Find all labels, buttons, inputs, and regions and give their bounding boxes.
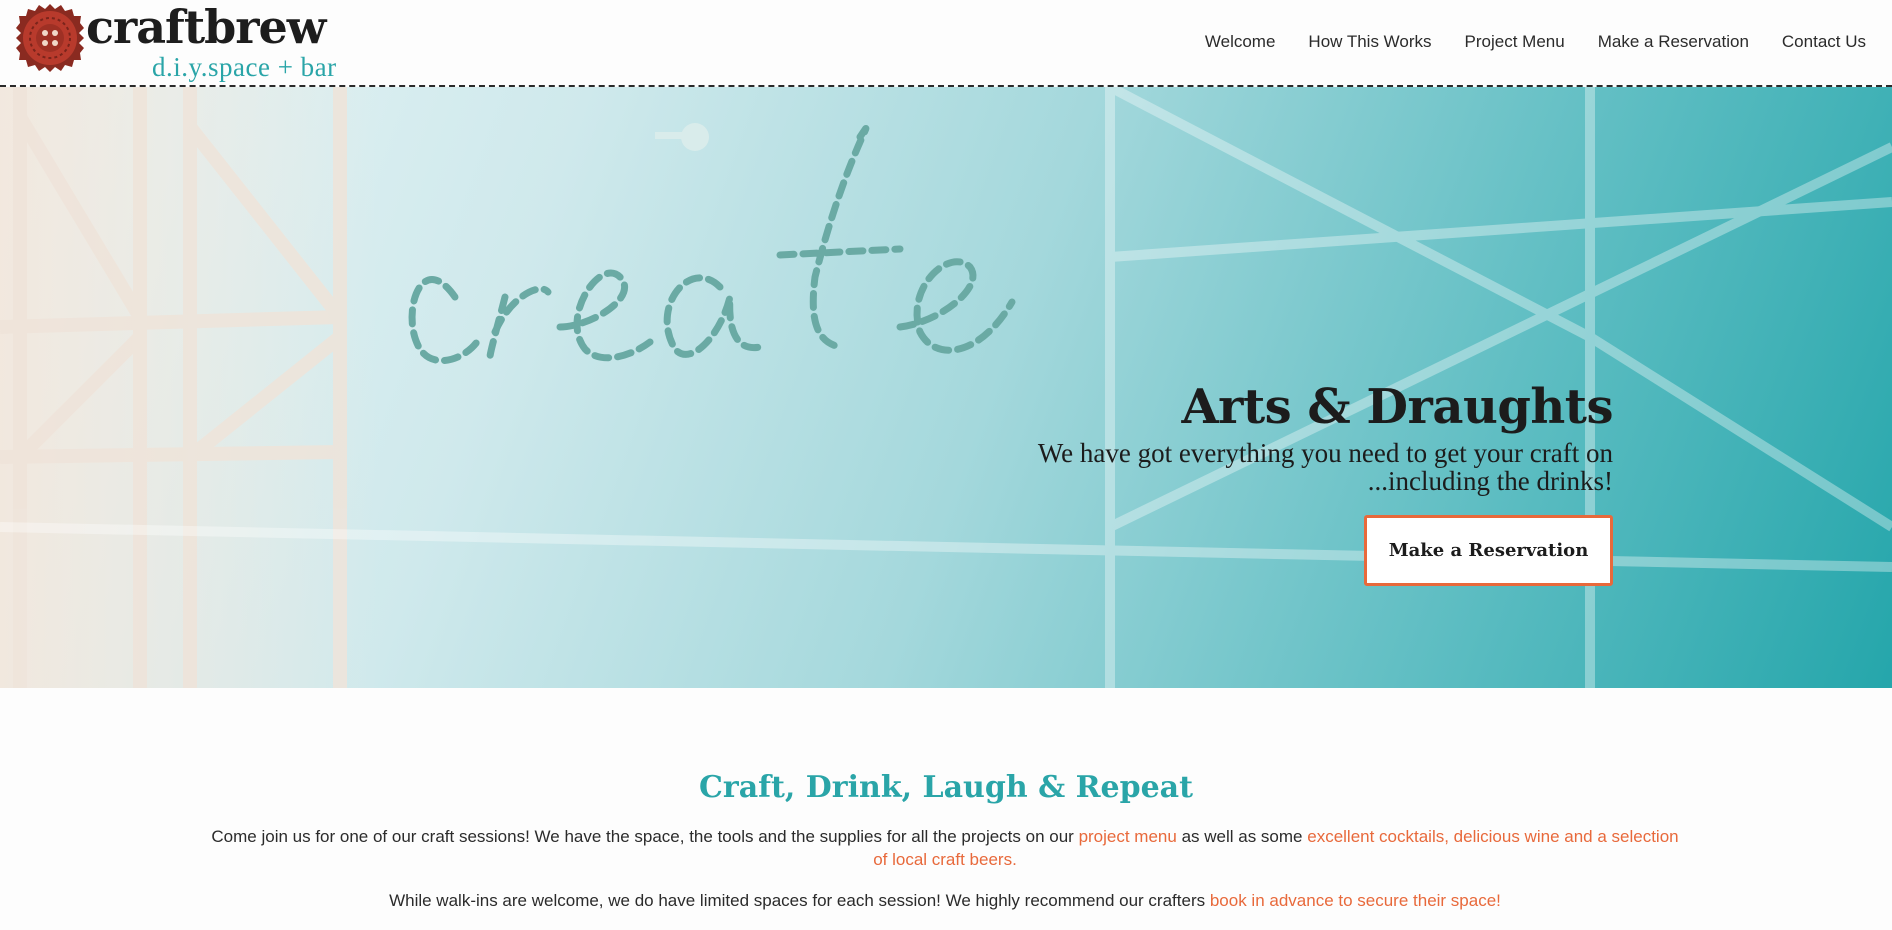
nav-item-project-menu[interactable]: Project Menu <box>1465 32 1565 52</box>
intro-heading: Craft, Drink, Laugh & Repeat <box>699 770 1193 805</box>
intro-paragraph-1: Come join us for one of our craft sessio… <box>210 825 1680 871</box>
nav-item-make-a-reservation[interactable]: Make a Reservation <box>1598 32 1749 52</box>
site-header: craftbrew d.i.y.space + bar Welcome How … <box>0 0 1892 87</box>
hero-subtitle-line-2: ...including the drinks! <box>1367 466 1613 496</box>
intro-paragraph-2: While walk-ins are welcome, we do have l… <box>210 889 1680 912</box>
nav-item-welcome[interactable]: Welcome <box>1205 32 1276 52</box>
make-reservation-button[interactable]: Make a Reservation <box>1364 515 1613 586</box>
bottle-cap-button-icon <box>16 4 84 72</box>
nav-item-contact-us[interactable]: Contact Us <box>1782 32 1866 52</box>
intro-p2-text-start: While walk-ins are welcome, we do have l… <box>389 891 1210 910</box>
intro-p1-text-start: Come join us for one of our craft sessio… <box>211 827 1079 846</box>
intro-p1-text-middle: as well as some <box>1176 827 1308 846</box>
hero-subtitle: We have got everything you need to get y… <box>913 439 1613 495</box>
brand-tagline: d.i.y.space + bar <box>152 52 337 82</box>
main-nav: Welcome How This Works Project Menu Make… <box>1205 32 1866 52</box>
book-in-advance-link[interactable]: book in advance to secure their space! <box>1210 891 1501 910</box>
brand-logo[interactable]: craftbrew d.i.y.space + bar <box>16 0 346 82</box>
brand-name: craftbrew <box>86 0 326 54</box>
intro-section: Craft, Drink, Laugh & Repeat Come join u… <box>0 688 1892 930</box>
nav-item-how-this-works[interactable]: How This Works <box>1308 32 1431 52</box>
hero-subtitle-line-1: We have got everything you need to get y… <box>1037 438 1613 468</box>
project-menu-link[interactable]: project menu <box>1079 827 1177 846</box>
hero-title: Arts & Draughts <box>1181 379 1613 435</box>
hero-banner: Arts & Draughts We have got everything y… <box>0 87 1892 688</box>
